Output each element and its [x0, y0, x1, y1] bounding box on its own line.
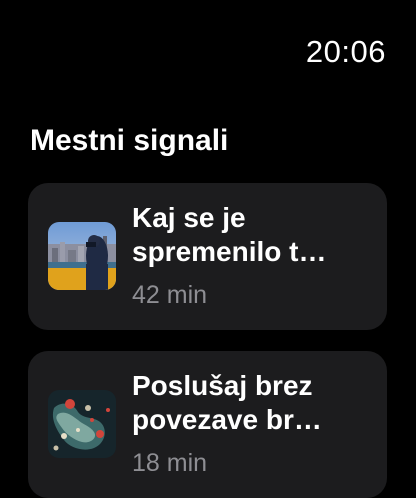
episode-duration: 18 min [132, 449, 208, 477]
episode-title-line1: Poslušaj brez [132, 370, 313, 401]
episode-title-line1: Kaj se je [132, 202, 246, 233]
status-time: 20:06 [305, 34, 386, 69]
episode-title-line2: povezave br… [132, 404, 322, 435]
episode-card[interactable]: Kaj se je spremenilo t… 42 min [28, 183, 387, 330]
episode-artwork [48, 222, 116, 290]
episode-duration: 42 min [132, 281, 208, 309]
episode-title-line2: spremenilo t… [132, 236, 327, 267]
section-title: Mestni signali [30, 124, 229, 157]
episode-artwork [48, 390, 116, 458]
episode-card[interactable]: Poslušaj brez povezave br… 18 min [28, 351, 387, 498]
episode-title: Poslušaj brez povezave br… [132, 369, 364, 437]
episode-title: Kaj se je spremenilo t… [132, 201, 364, 269]
